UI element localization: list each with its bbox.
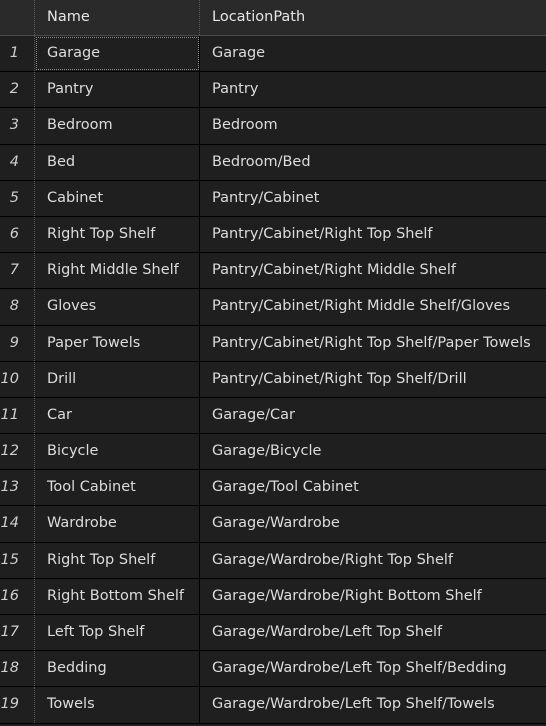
grid-header: Name LocationPath bbox=[0, 0, 546, 36]
name-cell[interactable]: Wardrobe bbox=[35, 506, 200, 542]
row-number[interactable]: 10 bbox=[0, 361, 35, 397]
table-row[interactable]: 5 Cabinet Pantry/Cabinet bbox=[0, 180, 546, 217]
table-row[interactable]: 15 Right Top Shelf Garage/Wardrobe/Right… bbox=[0, 542, 546, 579]
row-number[interactable]: 7 bbox=[0, 253, 35, 289]
row-number[interactable]: 6 bbox=[0, 216, 35, 253]
table-row[interactable]: 4 Bed Bedroom/Bed bbox=[0, 144, 546, 181]
row-number[interactable]: 17 bbox=[0, 615, 35, 651]
row-number[interactable]: 18 bbox=[0, 651, 35, 687]
location-path-cell[interactable]: Pantry bbox=[200, 72, 546, 107]
location-path-cell[interactable]: Pantry/Cabinet/Right Top Shelf bbox=[200, 217, 546, 252]
table-row[interactable]: 7 Right Middle Shelf Pantry/Cabinet/Righ… bbox=[0, 253, 546, 290]
location-path-cell[interactable]: Garage/Car bbox=[200, 398, 546, 433]
row-number[interactable]: 19 bbox=[0, 687, 35, 723]
location-path-cell[interactable]: Pantry/Cabinet/Right Middle Shelf/Gloves bbox=[200, 289, 546, 324]
location-path-cell[interactable]: Pantry/Cabinet bbox=[200, 181, 546, 216]
name-cell[interactable]: Bedding bbox=[35, 651, 200, 687]
table-row[interactable]: 8 Gloves Pantry/Cabinet/Right Middle She… bbox=[0, 289, 546, 326]
name-cell[interactable]: Left Top Shelf bbox=[35, 615, 200, 651]
table-row[interactable]: 1 Garage Garage bbox=[0, 36, 546, 73]
table-row[interactable]: 3 Bedroom Bedroom bbox=[0, 108, 546, 145]
location-path-cell[interactable]: Garage/Wardrobe/Right Bottom Shelf bbox=[200, 579, 546, 614]
results-grid: Name LocationPath 1 Garage Garage 2 Pant… bbox=[0, 0, 546, 726]
row-number[interactable]: 3 bbox=[0, 108, 35, 144]
name-cell[interactable]: Right Top Shelf bbox=[35, 542, 200, 578]
location-path-cell[interactable]: Pantry/Cabinet/Right Top Shelf/Paper Tow… bbox=[200, 326, 546, 361]
column-header-name[interactable]: Name bbox=[35, 0, 200, 35]
location-path-cell[interactable]: Pantry/Cabinet/Right Middle Shelf bbox=[200, 253, 546, 288]
row-number[interactable]: 9 bbox=[0, 325, 35, 361]
row-number[interactable]: 12 bbox=[0, 434, 35, 470]
name-cell[interactable]: Cabinet bbox=[35, 180, 200, 216]
row-number[interactable]: 16 bbox=[0, 578, 35, 614]
table-row[interactable]: 19 Towels Garage/Wardrobe/Left Top Shelf… bbox=[0, 687, 546, 724]
table-row[interactable]: 2 Pantry Pantry bbox=[0, 72, 546, 109]
column-header-location-path[interactable]: LocationPath bbox=[200, 0, 546, 35]
name-cell[interactable]: Bicycle bbox=[35, 434, 200, 470]
name-cell[interactable]: Tool Cabinet bbox=[35, 470, 200, 506]
row-number-header[interactable] bbox=[0, 0, 35, 35]
name-cell[interactable]: Bedroom bbox=[35, 108, 200, 144]
name-cell[interactable]: Gloves bbox=[35, 289, 200, 325]
row-number[interactable]: 15 bbox=[0, 542, 35, 578]
location-path-cell[interactable]: Garage/Wardrobe bbox=[200, 506, 546, 541]
name-cell[interactable]: Towels bbox=[35, 687, 200, 723]
row-number[interactable]: 4 bbox=[0, 144, 35, 180]
row-number[interactable]: 5 bbox=[0, 180, 35, 216]
row-number[interactable]: 2 bbox=[0, 72, 35, 108]
table-row[interactable]: 13 Tool Cabinet Garage/Tool Cabinet bbox=[0, 470, 546, 507]
row-number[interactable]: 8 bbox=[0, 289, 35, 325]
table-row[interactable]: 17 Left Top Shelf Garage/Wardrobe/Left T… bbox=[0, 615, 546, 652]
table-row[interactable]: 10 Drill Pantry/Cabinet/Right Top Shelf/… bbox=[0, 361, 546, 398]
location-path-cell[interactable]: Pantry/Cabinet/Right Top Shelf/Drill bbox=[200, 362, 546, 397]
name-cell[interactable]: Bed bbox=[35, 144, 200, 180]
location-path-cell[interactable]: Garage/Bicycle bbox=[200, 434, 546, 469]
name-cell[interactable]: Right Bottom Shelf bbox=[35, 578, 200, 614]
location-path-cell[interactable]: Garage bbox=[200, 36, 546, 71]
location-path-cell[interactable]: Garage/Tool Cabinet bbox=[200, 470, 546, 505]
table-row[interactable]: 11 Car Garage/Car bbox=[0, 397, 546, 435]
table-row[interactable]: 18 Bedding Garage/Wardrobe/Left Top Shel… bbox=[0, 651, 546, 688]
row-number[interactable]: 1 bbox=[0, 36, 35, 72]
table-row[interactable]: 12 Bicycle Garage/Bicycle bbox=[0, 434, 546, 471]
name-cell[interactable]: Pantry bbox=[35, 72, 200, 108]
name-cell[interactable]: Right Top Shelf bbox=[35, 216, 200, 253]
table-row[interactable]: 16 Right Bottom Shelf Garage/Wardrobe/Ri… bbox=[0, 578, 546, 615]
location-path-cell[interactable]: Bedroom bbox=[200, 108, 546, 143]
table-row[interactable]: 14 Wardrobe Garage/Wardrobe bbox=[0, 506, 546, 543]
table-row[interactable]: 6 Right Top Shelf Pantry/Cabinet/Right T… bbox=[0, 216, 546, 254]
location-path-cell[interactable]: Garage/Wardrobe/Left Top Shelf/Bedding bbox=[200, 651, 546, 686]
name-cell[interactable]: Drill bbox=[35, 361, 200, 397]
row-number[interactable]: 11 bbox=[0, 397, 35, 434]
grid-rows: 1 Garage Garage 2 Pantry Pantry 3 Bedroo… bbox=[0, 36, 546, 724]
table-row[interactable]: 9 Paper Towels Pantry/Cabinet/Right Top … bbox=[0, 325, 546, 362]
name-cell[interactable]: Right Middle Shelf bbox=[35, 253, 200, 289]
location-path-cell[interactable]: Garage/Wardrobe/Left Top Shelf bbox=[200, 615, 546, 650]
location-path-cell[interactable]: Bedroom/Bed bbox=[200, 145, 546, 180]
row-number[interactable]: 14 bbox=[0, 506, 35, 542]
row-number[interactable]: 13 bbox=[0, 470, 35, 506]
name-cell[interactable]: Garage bbox=[35, 36, 200, 72]
name-cell[interactable]: Paper Towels bbox=[35, 325, 200, 361]
name-cell[interactable]: Car bbox=[35, 397, 200, 434]
location-path-cell[interactable]: Garage/Wardrobe/Left Top Shelf/Towels bbox=[200, 687, 546, 722]
location-path-cell[interactable]: Garage/Wardrobe/Right Top Shelf bbox=[200, 543, 546, 578]
